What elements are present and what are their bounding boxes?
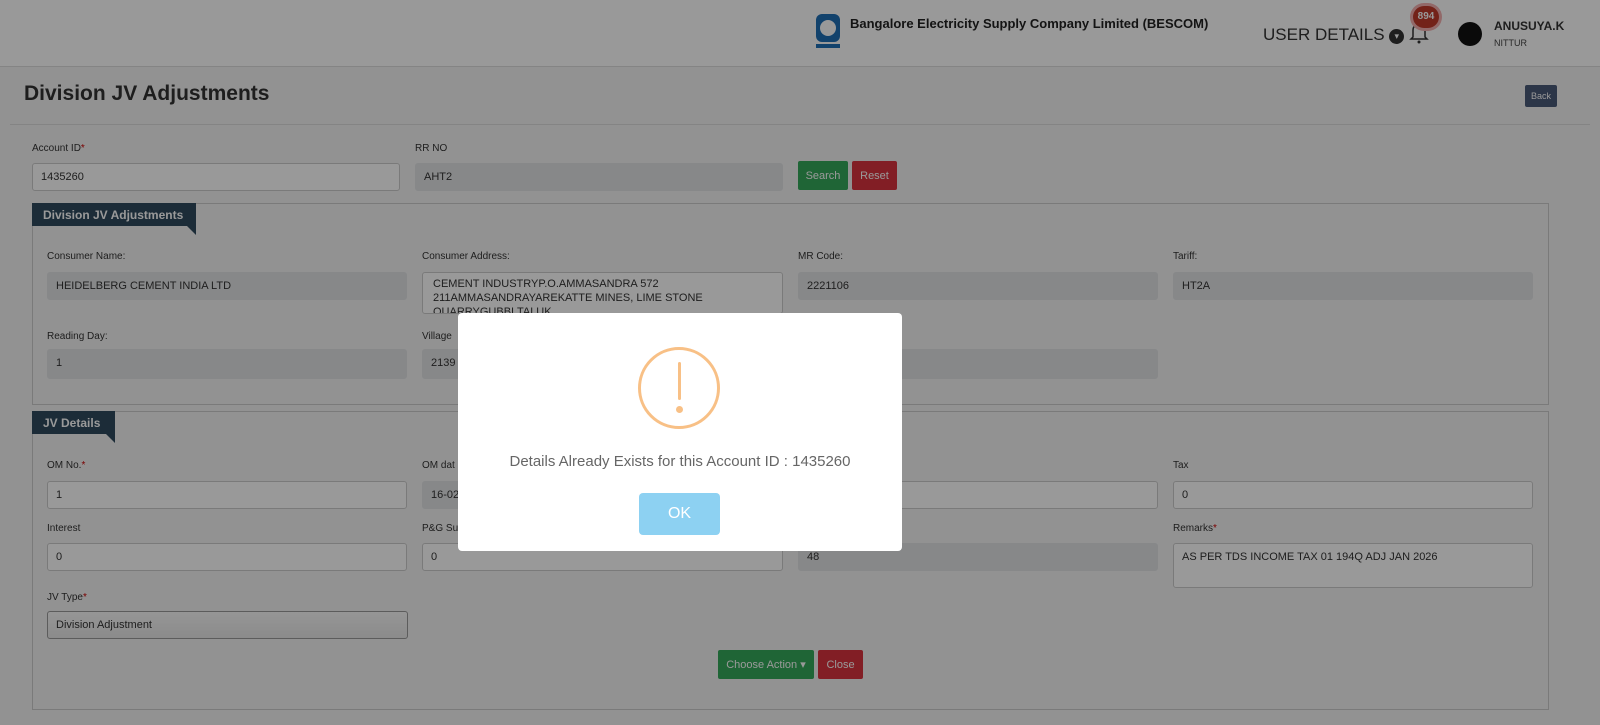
dialog-message: Details Already Exists for this Account … xyxy=(509,453,851,470)
alert-dialog: Details Already Exists for this Account … xyxy=(458,313,902,551)
warning-icon xyxy=(638,347,720,429)
ok-button[interactable]: OK xyxy=(639,493,720,535)
